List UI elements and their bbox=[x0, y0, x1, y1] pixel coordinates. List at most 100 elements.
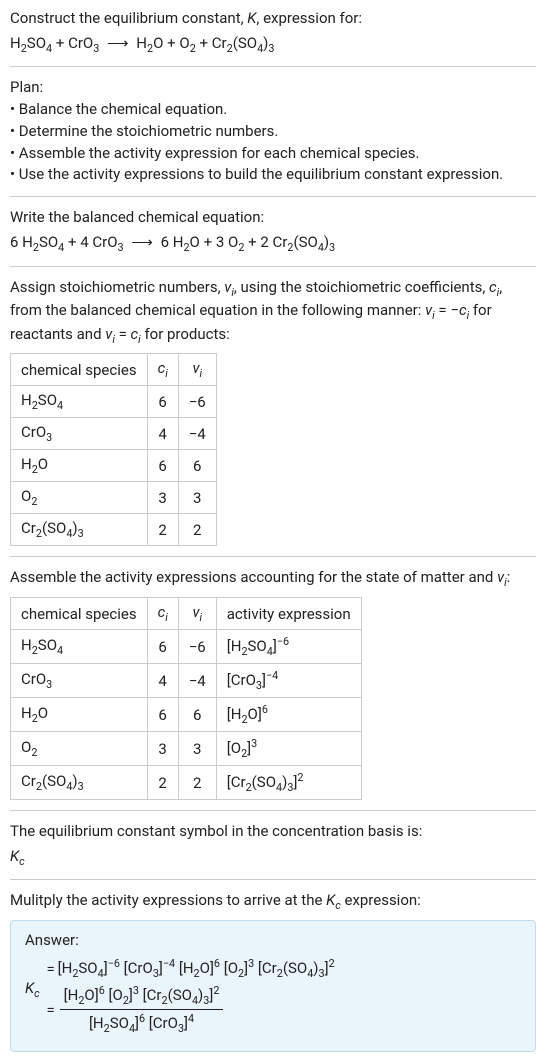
cell-species: CrO3 bbox=[11, 664, 148, 698]
answer-box: Answer: Kc = [H2SO4]−6 [CrO3]−4 [H2O]6 [… bbox=[10, 920, 536, 1052]
table-row: CrO3 4 −4 bbox=[11, 418, 217, 450]
cell-species: H2O bbox=[11, 450, 148, 482]
cell-ci: 2 bbox=[147, 514, 178, 546]
cell-species: H2O bbox=[11, 698, 148, 732]
divider bbox=[10, 266, 536, 267]
answer-label: Answer: bbox=[25, 931, 521, 949]
table-row: CrO3 4 −4 [CrO3]−4 bbox=[11, 664, 362, 698]
divider bbox=[10, 810, 536, 811]
cell-ci: 4 bbox=[147, 664, 178, 698]
plan: Plan: • Balance the chemical equation. •… bbox=[10, 77, 536, 186]
prompt: Construct the equilibrium constant, K, e… bbox=[10, 8, 536, 56]
th-activity: activity expression bbox=[216, 598, 361, 630]
th-ci: ci bbox=[147, 354, 178, 386]
cell-ci: 3 bbox=[147, 732, 178, 766]
species-cro3: CrO3 bbox=[92, 233, 123, 251]
cell-ci: 6 bbox=[147, 450, 178, 482]
cell-ci: 6 bbox=[147, 386, 178, 418]
cell-vi: 6 bbox=[178, 698, 216, 732]
cell-ci: 4 bbox=[147, 418, 178, 450]
plan-item: • Balance the chemical equation. bbox=[10, 99, 536, 121]
cell-vi: −6 bbox=[178, 386, 216, 418]
cell-vi: 3 bbox=[178, 732, 216, 766]
plan-item: • Determine the stoichiometric numbers. bbox=[10, 121, 536, 143]
plan-item: • Assemble the activity expression for e… bbox=[10, 143, 536, 165]
table-row: Cr2(SO4)3 2 2 bbox=[11, 514, 217, 546]
kc-denominator: [H2SO4]6 [CrO3]4 bbox=[60, 1010, 224, 1035]
cell-vi: 2 bbox=[178, 766, 216, 800]
table-row: H2SO4 6 −6 [H2SO4]−6 bbox=[11, 630, 362, 664]
assemble-text: Assemble the activity expressions accoun… bbox=[10, 567, 536, 591]
cell-species: Cr2(SO4)3 bbox=[11, 766, 148, 800]
cell-species: Cr2(SO4)3 bbox=[11, 514, 148, 546]
cell-vi: 2 bbox=[178, 514, 216, 546]
cell-vi: 3 bbox=[178, 482, 216, 514]
divider bbox=[10, 66, 536, 67]
kc-fraction: [H2O]6 [O2]3 [Cr2(SO4)3]2 [H2SO4]6 [CrO3… bbox=[60, 984, 224, 1035]
th-species: chemical species bbox=[11, 354, 148, 386]
kc-numerator: [H2O]6 [O2]3 [Cr2(SO4)3]2 bbox=[60, 984, 224, 1010]
table-row: H2O 6 6 [H2O]6 bbox=[11, 698, 362, 732]
cell-species: CrO3 bbox=[11, 418, 148, 450]
balanced: Write the balanced chemical equation: 6 … bbox=[10, 207, 536, 255]
plan-header: Plan: bbox=[10, 77, 536, 99]
cell-ci: 6 bbox=[147, 630, 178, 664]
activity-table: chemical species ci νi activity expressi… bbox=[10, 597, 362, 800]
cell-vi: −6 bbox=[178, 630, 216, 664]
cell-vi: 6 bbox=[178, 450, 216, 482]
species-h2o: H2O bbox=[136, 34, 163, 52]
table-header-row: chemical species ci νi bbox=[11, 354, 217, 386]
kc-symbol: The equilibrium constant symbol in the c… bbox=[10, 821, 536, 869]
species-h2o: H2O bbox=[173, 233, 200, 251]
cell-activity: [CrO3]−4 bbox=[216, 664, 361, 698]
table-row: O2 3 3 bbox=[11, 482, 217, 514]
multiply-text: Mulitply the activity expressions to arr… bbox=[10, 890, 536, 914]
cell-vi: −4 bbox=[178, 418, 216, 450]
table-row: Cr2(SO4)3 2 2 [Cr2(SO4)3]2 bbox=[11, 766, 362, 800]
cell-vi: −4 bbox=[178, 664, 216, 698]
kc-symbol-value: Kc bbox=[10, 846, 536, 870]
cell-species: H2SO4 bbox=[11, 630, 148, 664]
th-vi: νi bbox=[178, 598, 216, 630]
th-species: chemical species bbox=[11, 598, 148, 630]
species-o2: O2 bbox=[228, 233, 244, 251]
species-cr2so43: Cr2(SO4)3 bbox=[273, 233, 336, 251]
kc-row-2: = [H2O]6 [O2]3 [Cr2(SO4)3]2 [H2SO4]6 [Cr… bbox=[44, 984, 335, 1035]
cell-ci: 6 bbox=[147, 698, 178, 732]
balanced-header: Write the balanced chemical equation: bbox=[10, 207, 536, 229]
species-cro3: CrO3 bbox=[68, 34, 99, 52]
cell-activity: [Cr2(SO4)3]2 bbox=[216, 766, 361, 800]
table-row: H2O 6 6 bbox=[11, 450, 217, 482]
kc-lhs: Kc bbox=[25, 955, 44, 1000]
stoich-text: Assign stoichiometric numbers, νi, using… bbox=[10, 277, 536, 348]
kc-row-1: = [H2SO4]−6 [CrO3]−4 [H2O]6 [O2]3 [Cr2(S… bbox=[44, 957, 335, 980]
species-o2: O2 bbox=[179, 34, 195, 52]
cell-activity: [H2SO4]−6 bbox=[216, 630, 361, 664]
table-row: H2SO4 6 −6 bbox=[11, 386, 217, 418]
cell-ci: 2 bbox=[147, 766, 178, 800]
stoich-table: chemical species ci νi H2SO4 6 −6 CrO3 4… bbox=[10, 353, 217, 546]
prompt-text-2: , expression for: bbox=[256, 9, 362, 27]
kc-product: [H2SO4]−6 [CrO3]−4 [H2O]6 [O2]3 [Cr2(SO4… bbox=[58, 957, 335, 980]
divider bbox=[10, 196, 536, 197]
species-cr2so43: Cr2(SO4)3 bbox=[212, 34, 275, 52]
cell-ci: 3 bbox=[147, 482, 178, 514]
plan-item: • Use the activity expressions to build … bbox=[10, 164, 536, 186]
arrow-icon: ⟶ bbox=[131, 233, 153, 251]
divider bbox=[10, 556, 536, 557]
table-row: O2 3 3 [O2]3 bbox=[11, 732, 362, 766]
cell-species: O2 bbox=[11, 482, 148, 514]
balanced-equation: 6 H2SO4 + 4 CrO3 ⟶ 6 H2O + 3 O2 + 2 Cr2(… bbox=[10, 232, 536, 256]
cell-species: H2SO4 bbox=[11, 386, 148, 418]
species-h2so4: H2SO4 bbox=[10, 34, 52, 52]
th-vi: νi bbox=[178, 354, 216, 386]
th-ci: ci bbox=[147, 598, 178, 630]
cell-species: O2 bbox=[11, 732, 148, 766]
prompt-text-1: Construct the equilibrium constant, bbox=[10, 9, 247, 27]
unbalanced-equation: H2SO4 + CrO3 ⟶ H2O + O2 + Cr2(SO4)3 bbox=[10, 33, 536, 57]
table-header-row: chemical species ci νi activity expressi… bbox=[11, 598, 362, 630]
divider bbox=[10, 879, 536, 880]
arrow-icon: ⟶ bbox=[107, 34, 129, 52]
species-h2so4: H2SO4 bbox=[22, 233, 64, 251]
cell-activity: [H2O]6 bbox=[216, 698, 361, 732]
